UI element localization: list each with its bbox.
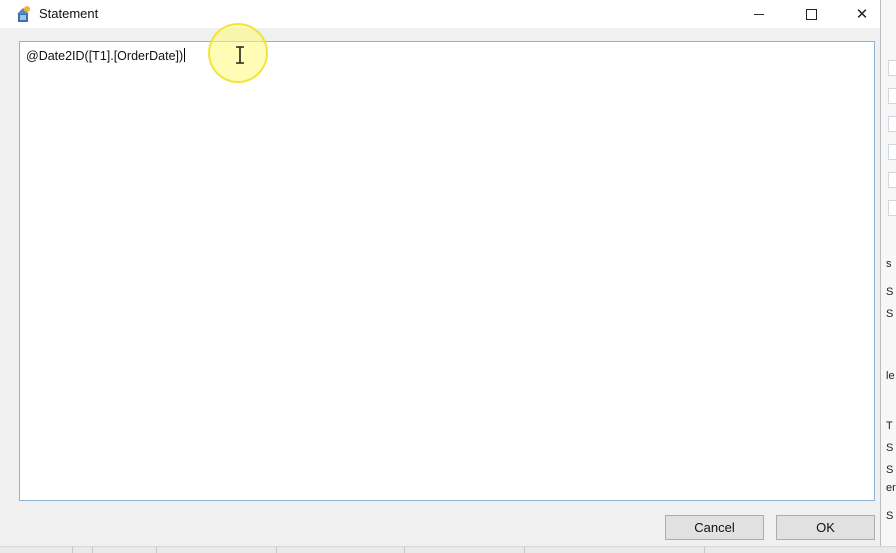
statement-editor[interactable]: @Date2ID([T1].[OrderDate]) bbox=[19, 41, 875, 501]
close-icon: ✕ bbox=[855, 6, 869, 23]
background-text: S bbox=[886, 308, 894, 320]
ibeam-cursor-icon bbox=[236, 46, 244, 64]
background-text: s bbox=[886, 258, 892, 270]
ok-button[interactable]: OK bbox=[776, 515, 875, 540]
background-text: le bbox=[886, 370, 895, 382]
maximize-icon bbox=[805, 8, 817, 20]
background-cell bbox=[888, 88, 896, 104]
minimize-button[interactable] bbox=[734, 0, 784, 28]
background-cell bbox=[888, 144, 896, 160]
text-caret bbox=[184, 48, 186, 62]
minimize-icon bbox=[754, 13, 764, 15]
statement-text: @Date2ID([T1].[OrderDate]) bbox=[26, 49, 184, 63]
maximize-button[interactable] bbox=[786, 0, 836, 28]
window-title: Statement bbox=[39, 6, 99, 21]
background-text: S bbox=[886, 286, 894, 298]
background-cell bbox=[888, 116, 896, 132]
background-cell bbox=[888, 172, 896, 188]
statement-dialog: Statement ✕ @Date2ID([T1].[OrderDate]) C… bbox=[0, 0, 881, 546]
app-icon bbox=[17, 6, 30, 22]
background-text: T bbox=[886, 420, 893, 432]
close-button[interactable]: ✕ bbox=[837, 0, 887, 28]
title-bar[interactable]: Statement ✕ bbox=[0, 0, 880, 28]
background-text: er bbox=[886, 482, 896, 494]
background-cell bbox=[888, 60, 896, 76]
background-text: S bbox=[886, 442, 894, 454]
cancel-button[interactable]: Cancel bbox=[665, 515, 764, 540]
background-text: S bbox=[886, 510, 894, 522]
background-text: S bbox=[886, 464, 894, 476]
background-cell bbox=[888, 200, 896, 216]
